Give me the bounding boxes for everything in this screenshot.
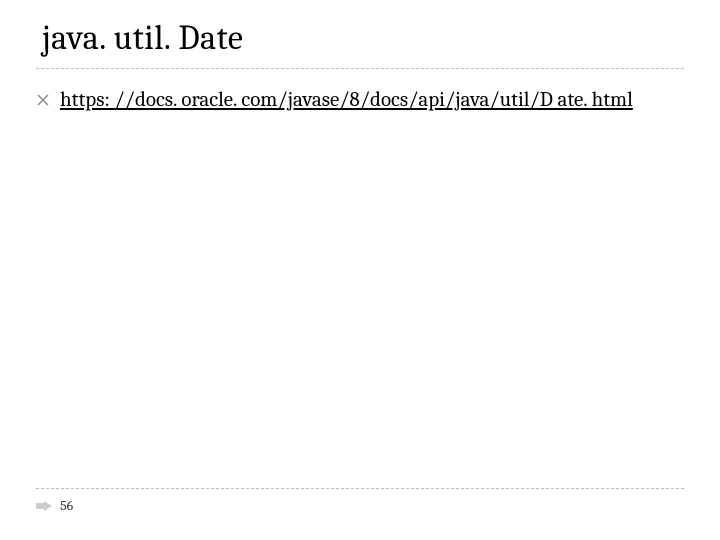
bullet-cross-icon [36,93,50,107]
arrow-right-icon [36,500,52,512]
bullet-item: https: //docs. oracle. com/javase/8/docs… [36,87,684,114]
page-title: java. util. Date [36,18,684,69]
body-content: https: //docs. oracle. com/javase/8/docs… [36,87,684,114]
page-number: 56 [60,497,73,514]
doc-link[interactable]: https: //docs. oracle. com/javase/8/docs… [60,87,633,114]
footer: 56 [36,488,684,514]
slide: java. util. Date https: //docs. oracle. … [0,0,720,540]
